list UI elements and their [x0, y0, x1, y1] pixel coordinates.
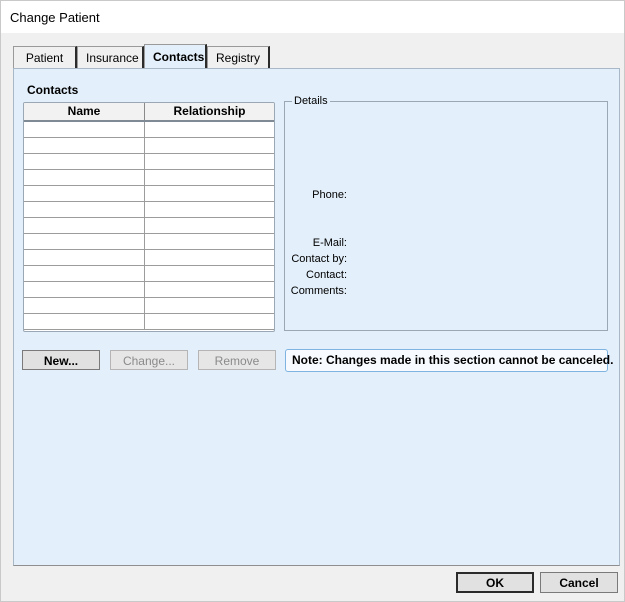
column-header-name[interactable]: Name: [24, 103, 145, 120]
cell-name: [24, 250, 145, 265]
table-row[interactable]: [24, 266, 274, 282]
table-row[interactable]: [24, 282, 274, 298]
cell-name: [24, 154, 145, 169]
tab-registry[interactable]: Registry: [207, 46, 270, 69]
table-header: Name Relationship: [24, 103, 274, 122]
remove-contact-button[interactable]: Remove: [198, 350, 276, 370]
table-row[interactable]: [24, 122, 274, 138]
new-contact-button[interactable]: New...: [22, 350, 100, 370]
cell-relationship: [145, 186, 274, 201]
cell-name: [24, 234, 145, 249]
table-row[interactable]: [24, 218, 274, 234]
comments-label: Comments:: [290, 285, 347, 297]
ok-button[interactable]: OK: [456, 572, 534, 593]
cell-name: [24, 282, 145, 297]
cell-name: [24, 218, 145, 233]
change-contact-button[interactable]: Change...: [110, 350, 188, 370]
table-row[interactable]: [24, 234, 274, 250]
contacts-table[interactable]: Name Relationship: [23, 102, 275, 332]
cell-relationship: [145, 218, 274, 233]
cell-name: [24, 266, 145, 281]
tab-contacts[interactable]: Contacts: [144, 44, 207, 69]
cell-relationship: [145, 122, 274, 137]
contacts-panel: Contacts Name Relationship Details Phone…: [13, 68, 620, 566]
tab-strip: Patient Insurance Contacts Registry: [13, 44, 270, 69]
contact-by-label: Contact by:: [291, 253, 347, 265]
table-row[interactable]: [24, 154, 274, 170]
cell-relationship: [145, 154, 274, 169]
dialog-footer: OK Cancel: [1, 567, 624, 601]
title-bar: Change Patient: [1, 1, 624, 33]
cell-relationship: [145, 298, 274, 313]
cell-name: [24, 298, 145, 313]
tab-patient[interactable]: Patient: [13, 46, 77, 69]
cell-name: [24, 186, 145, 201]
details-legend: Details: [292, 95, 330, 107]
cell-name: [24, 122, 145, 137]
cell-relationship: [145, 282, 274, 297]
contact-label: Contact:: [306, 269, 347, 281]
phone-label: Phone:: [312, 189, 347, 201]
tab-insurance[interactable]: Insurance: [77, 46, 144, 69]
table-row[interactable]: [24, 250, 274, 266]
column-header-relationship[interactable]: Relationship: [145, 103, 274, 120]
cell-name: [24, 138, 145, 153]
cell-name: [24, 202, 145, 217]
table-row[interactable]: [24, 170, 274, 186]
cell-relationship: [145, 314, 274, 329]
cancel-button[interactable]: Cancel: [540, 572, 618, 593]
email-label: E-Mail:: [312, 237, 347, 249]
table-row[interactable]: [24, 186, 274, 202]
table-row[interactable]: [24, 298, 274, 314]
table-row[interactable]: [24, 202, 274, 218]
cell-name: [24, 170, 145, 185]
contacts-heading: Contacts: [27, 83, 79, 97]
window-title: Change Patient: [10, 10, 100, 25]
cell-relationship: [145, 266, 274, 281]
table-body: [24, 122, 274, 330]
cell-relationship: [145, 202, 274, 217]
cell-relationship: [145, 138, 274, 153]
cell-relationship: [145, 250, 274, 265]
table-row[interactable]: [24, 314, 274, 330]
cell-relationship: [145, 234, 274, 249]
change-patient-dialog: Change Patient Patient Insurance Contact…: [0, 0, 625, 602]
details-group: Details Phone: E-Mail: Contact by: Conta…: [284, 95, 608, 331]
note-box: Note: Changes made in this section canno…: [285, 349, 613, 372]
cell-name: [24, 314, 145, 329]
table-row[interactable]: [24, 138, 274, 154]
cell-relationship: [145, 170, 274, 185]
